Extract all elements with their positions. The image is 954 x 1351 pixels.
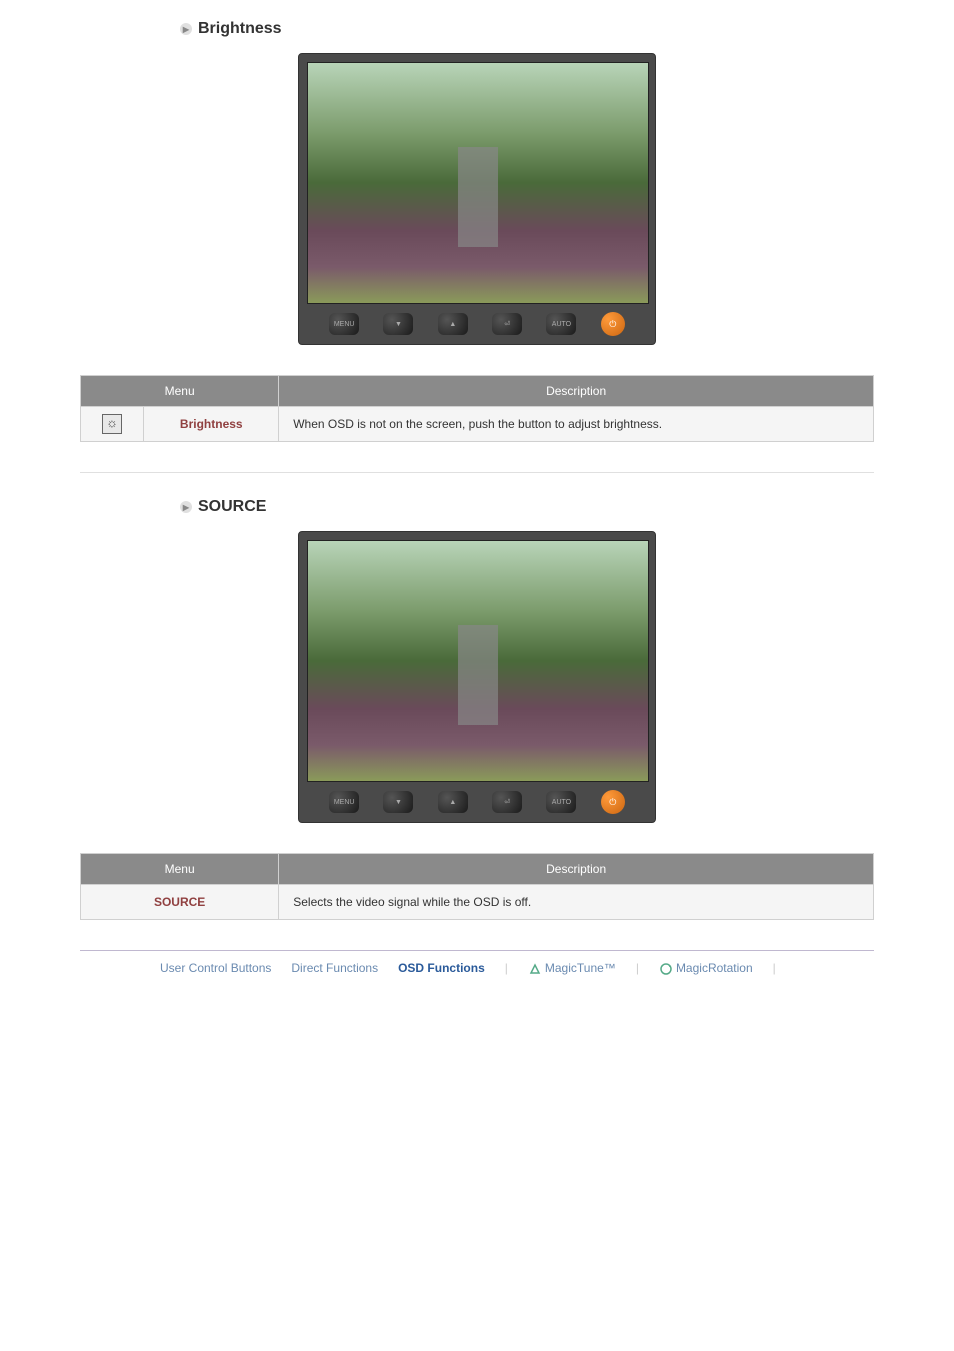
nav-separator: | bbox=[773, 961, 776, 975]
bottom-navigation: User Control Buttons Direct Functions OS… bbox=[80, 950, 874, 976]
source-title: SOURCE bbox=[198, 498, 266, 516]
monitor-screen bbox=[307, 62, 649, 304]
bullet-icon: ▶ bbox=[180, 501, 192, 513]
pagoda-graphic bbox=[458, 625, 498, 725]
nav-user-control-buttons[interactable]: User Control Buttons bbox=[160, 961, 271, 975]
up-button-icon[interactable]: ▲ bbox=[438, 791, 468, 813]
section-header-source: ▶ SOURCE bbox=[80, 498, 874, 516]
nav-separator: | bbox=[505, 961, 508, 975]
brightness-icon: ☼ bbox=[102, 414, 122, 434]
source-table: Menu Description SOURCE Selects the vide… bbox=[80, 853, 874, 920]
brightness-icon-cell: ☼ bbox=[81, 407, 144, 442]
source-label-cell: SOURCE bbox=[81, 885, 279, 920]
monitor-button-row: MENU ▼ ▲ ⏎ AUTO ⏻ bbox=[307, 782, 647, 822]
nav-magicrotation-label: MagicRotation bbox=[676, 961, 753, 975]
rotation-icon bbox=[659, 962, 673, 976]
enter-button-icon[interactable]: ⏎ bbox=[492, 313, 522, 335]
menu-button-icon[interactable]: MENU bbox=[329, 313, 359, 335]
auto-button-icon[interactable]: AUTO bbox=[546, 791, 576, 813]
up-button-icon[interactable]: ▲ bbox=[438, 313, 468, 335]
brightness-table: Menu Description ☼ Brightness When OSD i… bbox=[80, 375, 874, 442]
table-header-desc: Description bbox=[279, 854, 874, 885]
magictune-icon bbox=[528, 962, 542, 976]
monitor-button-row: MENU ▼ ▲ ⏎ AUTO ⏻ bbox=[307, 304, 647, 344]
source-desc-cell: Selects the video signal while the OSD i… bbox=[279, 885, 874, 920]
power-button-icon[interactable]: ⏻ bbox=[601, 312, 625, 336]
nav-magictune[interactable]: MagicTune™ bbox=[528, 961, 616, 976]
section-header-brightness: ▶ Brightness bbox=[80, 20, 874, 38]
table-header-menu: Menu bbox=[81, 854, 279, 885]
brightness-title: Brightness bbox=[198, 20, 282, 38]
monitor-screen bbox=[307, 540, 649, 782]
table-header-menu: Menu bbox=[81, 376, 279, 407]
menu-button-icon[interactable]: MENU bbox=[329, 791, 359, 813]
nav-separator: | bbox=[636, 961, 639, 975]
enter-button-icon[interactable]: ⏎ bbox=[492, 791, 522, 813]
nav-magictune-label: MagicTune™ bbox=[545, 961, 616, 975]
monitor-preview-brightness: MENU ▼ ▲ ⏎ AUTO ⏻ bbox=[298, 53, 656, 345]
nav-osd-functions[interactable]: OSD Functions bbox=[398, 961, 485, 975]
nav-magicrotation[interactable]: MagicRotation bbox=[659, 961, 753, 976]
pagoda-graphic bbox=[458, 147, 498, 247]
brightness-label-cell: Brightness bbox=[144, 407, 279, 442]
down-button-icon[interactable]: ▼ bbox=[383, 791, 413, 813]
power-button-icon[interactable]: ⏻ bbox=[601, 790, 625, 814]
table-row: ☼ Brightness When OSD is not on the scre… bbox=[81, 407, 874, 442]
nav-direct-functions[interactable]: Direct Functions bbox=[291, 961, 378, 975]
monitor-preview-source: MENU ▼ ▲ ⏎ AUTO ⏻ bbox=[298, 531, 656, 823]
table-header-desc: Description bbox=[279, 376, 874, 407]
auto-button-icon[interactable]: AUTO bbox=[546, 313, 576, 335]
section-divider bbox=[80, 472, 874, 473]
brightness-desc-cell: When OSD is not on the screen, push the … bbox=[279, 407, 874, 442]
bullet-icon: ▶ bbox=[180, 23, 192, 35]
table-row: SOURCE Selects the video signal while th… bbox=[81, 885, 874, 920]
down-button-icon[interactable]: ▼ bbox=[383, 313, 413, 335]
